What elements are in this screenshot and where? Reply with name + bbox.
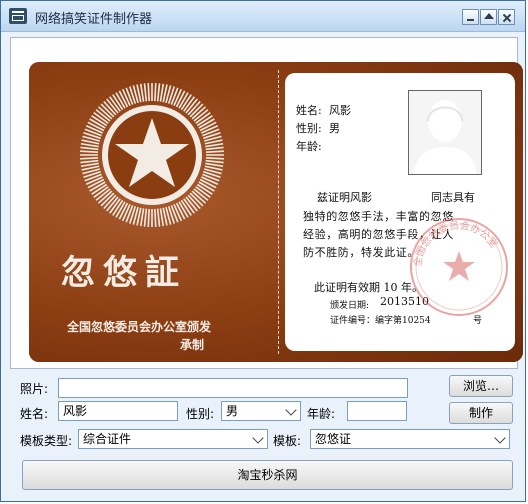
template-label: 模板: xyxy=(273,434,302,448)
app-window: 网络搞笑证件制作器 忽悠証 全国忽悠委员会办公室颁发 承制 姓名: 风影 性别:… xyxy=(0,0,526,502)
card-divider xyxy=(278,70,279,354)
emblem-ray xyxy=(147,208,150,227)
emblem-ray xyxy=(139,83,145,102)
emblem-ray xyxy=(80,157,99,160)
maximize-button[interactable] xyxy=(480,9,497,25)
make-button[interactable]: 制作 xyxy=(449,402,513,424)
cert-line-1a: 兹证明风影 xyxy=(317,191,372,204)
emblem-ray xyxy=(205,146,224,151)
emblem-ray xyxy=(156,83,161,102)
emblem-ray xyxy=(143,83,148,102)
emblem-ray xyxy=(154,208,157,227)
template-select[interactable]: 忽悠证 xyxy=(310,429,510,449)
emblem-ray xyxy=(205,159,224,164)
cert-number: 证件编号：编字第10254 xyxy=(330,316,431,326)
window-title: 网络搞笑证件制作器 xyxy=(35,12,153,27)
browse-button[interactable]: 浏览… xyxy=(449,375,513,397)
emblem-ray xyxy=(80,162,99,168)
name-label: 姓名: xyxy=(20,407,49,421)
emblem-ray xyxy=(143,208,148,227)
emblem-ray xyxy=(205,157,224,160)
cert-line-2: 独特的忽悠手法，丰富的忽悠 xyxy=(303,210,454,223)
issuer-line-2: 承制 xyxy=(180,338,205,352)
emblem-ray xyxy=(80,159,99,164)
emblem-ray xyxy=(159,208,165,227)
emblem-ray xyxy=(147,83,150,102)
gender-label: 性别: xyxy=(186,407,215,421)
age-input[interactable] xyxy=(347,401,407,421)
photo-path-input[interactable] xyxy=(58,378,408,398)
certificate-card: 忽悠証 全国忽悠委员会办公室颁发 承制 姓名: 风影 性别: 男 年龄: 兹证明… xyxy=(29,62,523,362)
emblem-ray xyxy=(159,83,165,102)
chevron-down-icon xyxy=(494,432,506,444)
card-photo xyxy=(408,90,482,175)
card-name-label: 姓名: xyxy=(296,104,322,117)
card-age-label: 年龄: xyxy=(296,140,322,153)
emblem-ray xyxy=(139,208,145,227)
gender-select[interactable]: 男 xyxy=(221,401,301,421)
template-type-label: 模板类型: xyxy=(20,434,73,448)
card-info-panel: 姓名: 风影 性别: 男 年龄: 兹证明风影 同志具有 独特的忽悠手法，丰富的忽… xyxy=(285,73,515,351)
close-button[interactable] xyxy=(498,9,515,25)
template-type-select[interactable]: 综合证件 xyxy=(78,429,268,449)
red-stamp-icon: 全国忽悠委员会办公室 xyxy=(410,218,508,316)
gender-select-value: 男 xyxy=(226,404,239,418)
card-gender-value: 男 xyxy=(329,122,340,135)
title-bar[interactable]: 网络搞笑证件制作器 xyxy=(1,1,525,32)
emblem-ray xyxy=(205,150,224,153)
emblem-ray xyxy=(154,83,157,102)
card-name-value: 风影 xyxy=(329,104,351,117)
chevron-down-icon xyxy=(252,432,264,444)
validity-text: 此证明有效期 10 年。 xyxy=(314,281,423,294)
certificate-preview: 忽悠証 全国忽悠委员会办公室颁发 承制 姓名: 风影 性别: 男 年龄: 兹证明… xyxy=(10,37,523,369)
person-silhouette-icon xyxy=(413,100,477,174)
name-input[interactable]: 风影 xyxy=(58,401,178,421)
age-label: 年龄: xyxy=(307,407,336,421)
emblem-ray xyxy=(205,162,224,168)
issue-date-label: 颁发日期: xyxy=(330,301,370,311)
emblem-ray xyxy=(80,142,99,148)
emblem-ray xyxy=(80,146,99,151)
cert-line-1b: 同志具有 xyxy=(431,191,475,204)
photo-label: 照片: xyxy=(20,382,49,396)
minimize-button[interactable] xyxy=(462,9,479,25)
card-gender-label: 性别: xyxy=(296,122,322,135)
issuer-line-1: 全国忽悠委员会办公室颁发 xyxy=(67,320,212,334)
template-type-value: 综合证件 xyxy=(83,432,132,446)
cert-line-4: 防不胜防，特发此证。 xyxy=(303,246,419,259)
chevron-down-icon xyxy=(285,404,297,416)
template-value: 忽悠证 xyxy=(315,432,352,446)
app-icon xyxy=(9,8,27,24)
emblem-ray xyxy=(80,150,99,153)
star-emblem-icon xyxy=(80,83,224,227)
cert-number-suffix: 号 xyxy=(473,316,483,326)
shop-button[interactable]: 淘宝秒杀网 xyxy=(22,460,513,490)
card-title: 忽悠証 xyxy=(61,253,187,293)
emblem-ray xyxy=(156,208,161,227)
emblem-ray xyxy=(205,142,224,148)
